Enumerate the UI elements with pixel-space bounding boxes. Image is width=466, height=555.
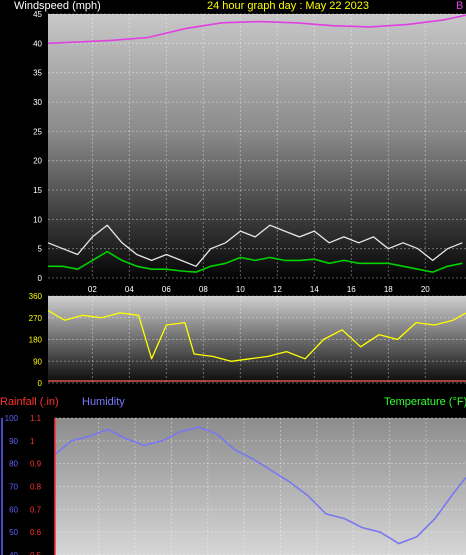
rain-tick-label: 0.8 xyxy=(30,483,42,492)
x-tick-label: 02 xyxy=(88,285,97,294)
rain-tick-label: 0.5 xyxy=(30,551,42,555)
barometer-legend: B xyxy=(456,0,463,12)
x-tick-label: 04 xyxy=(125,285,134,294)
y-tick-label: 80 xyxy=(9,460,18,469)
y-tick-label: 40 xyxy=(33,39,42,48)
y-tick-label: 35 xyxy=(33,69,42,78)
y-tick-label: 180 xyxy=(29,336,43,345)
x-tick-label: 12 xyxy=(273,285,282,294)
x-tick-label: 20 xyxy=(421,285,430,294)
y-tick-label: 100 xyxy=(5,414,19,423)
rain-tick-label: 0.9 xyxy=(30,460,42,469)
wind-panel xyxy=(48,14,466,278)
y-tick-label: 90 xyxy=(33,357,42,366)
y-tick-label: 0 xyxy=(38,379,43,388)
x-tick-label: 16 xyxy=(347,285,356,294)
temperature-label: Temperature (°F) xyxy=(384,396,466,408)
x-tick-label: 06 xyxy=(162,285,171,294)
y-tick-label: 30 xyxy=(33,98,42,107)
x-tick-label: 08 xyxy=(199,285,208,294)
y-tick-label: 5 xyxy=(38,245,43,254)
weather-chart: 0510152025303540450901802703604050607080… xyxy=(0,0,466,555)
humidity-label: Humidity xyxy=(82,396,125,408)
y-tick-label: 70 xyxy=(9,483,18,492)
y-tick-label: 40 xyxy=(9,551,18,555)
rain-tick-label: 1.1 xyxy=(30,414,42,423)
y-tick-label: 50 xyxy=(9,528,18,537)
y-tick-label: 90 xyxy=(9,437,18,446)
y-tick-label: 25 xyxy=(33,127,42,136)
x-tick-label: 18 xyxy=(384,285,393,294)
rain-tick-label: 0.6 xyxy=(30,528,42,537)
y-tick-label: 15 xyxy=(33,186,42,195)
y-tick-label: 10 xyxy=(33,215,42,224)
rain-tick-label: 1 xyxy=(30,437,35,446)
y-tick-label: 0 xyxy=(38,274,43,283)
y-tick-label: 270 xyxy=(29,314,43,323)
y-tick-label: 360 xyxy=(29,292,43,301)
rainfall-label: Rainfall (.in) xyxy=(0,396,59,408)
y-tick-label: 20 xyxy=(33,157,42,166)
y-tick-label: 60 xyxy=(9,505,18,514)
x-tick-label: 10 xyxy=(236,285,245,294)
rain-tick-label: 0.7 xyxy=(30,505,42,514)
chart-title: 24 hour graph day : May 22 2023 xyxy=(207,0,369,12)
x-tick-label: 14 xyxy=(310,285,319,294)
windspeed-label: Windspeed (mph) xyxy=(14,0,101,12)
